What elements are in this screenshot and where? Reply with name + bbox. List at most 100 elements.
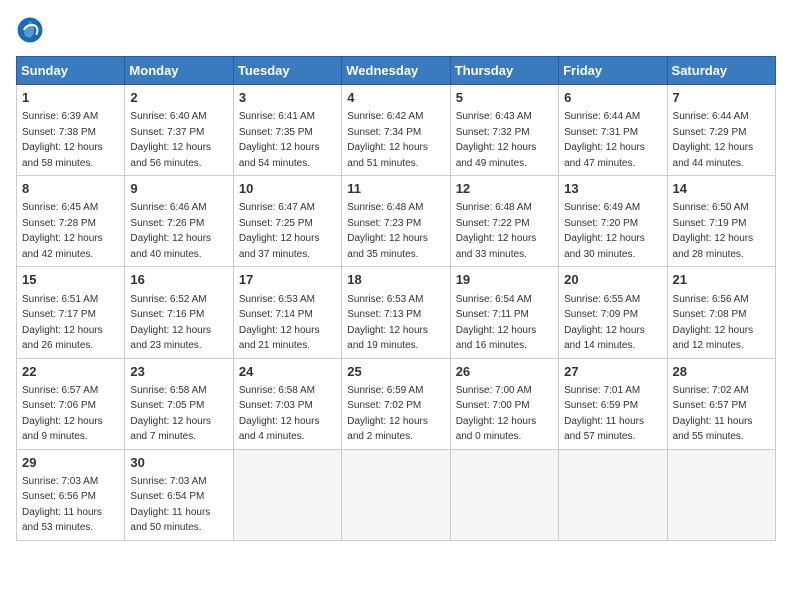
calendar-day-cell: 18Sunrise: 6:53 AMSunset: 7:13 PMDayligh…: [342, 267, 450, 358]
day-info: Sunrise: 6:47 AMSunset: 7:25 PMDaylight:…: [239, 202, 320, 260]
day-number: 3: [239, 89, 336, 107]
day-info: Sunrise: 6:58 AMSunset: 7:03 PMDaylight:…: [239, 385, 320, 443]
calendar-day-cell: 3 Sunrise: 6:41 AMSunset: 7:35 PMDaylight…: [233, 85, 341, 176]
day-info: Sunrise: 7:03 AMSunset: 6:56 PMDaylight:…: [22, 476, 102, 534]
day-info: Sunrise: 6:55 AMSunset: 7:09 PMDaylight:…: [564, 294, 645, 352]
day-number: 19: [456, 271, 553, 289]
day-info: Sunrise: 6:48 AMSunset: 7:22 PMDaylight:…: [456, 202, 537, 260]
weekday-header: Saturday: [667, 57, 775, 85]
day-info: Sunrise: 6:44 AMSunset: 7:29 PMDaylight:…: [673, 111, 754, 169]
day-number: 5: [456, 89, 553, 107]
weekday-header: Monday: [125, 57, 233, 85]
day-number: 10: [239, 180, 336, 198]
day-info: Sunrise: 6:56 AMSunset: 7:08 PMDaylight:…: [673, 294, 754, 352]
day-info: Sunrise: 6:54 AMSunset: 7:11 PMDaylight:…: [456, 294, 537, 352]
calendar-day-cell: 6 Sunrise: 6:44 AMSunset: 7:31 PMDaylight…: [559, 85, 667, 176]
calendar-day-cell: 8 Sunrise: 6:45 AMSunset: 7:28 PMDaylight…: [17, 176, 125, 267]
day-number: 2: [130, 89, 227, 107]
day-number: 30: [130, 454, 227, 472]
day-number: 23: [130, 363, 227, 381]
calendar-day-cell: 1Sunrise: 6:39 AMSunset: 7:38 PMDaylight…: [17, 85, 125, 176]
day-info: Sunrise: 6:53 AMSunset: 7:14 PMDaylight:…: [239, 294, 320, 352]
weekday-header: Tuesday: [233, 57, 341, 85]
calendar-day-cell: 28 Sunrise: 7:02 AMSunset: 6:57 PMDayligh…: [667, 358, 775, 449]
day-info: Sunrise: 6:46 AMSunset: 7:26 PMDaylight:…: [130, 202, 211, 260]
weekday-header-row: SundayMondayTuesdayWednesdayThursdayFrid…: [17, 57, 776, 85]
calendar-day-cell: 20Sunrise: 6:55 AMSunset: 7:09 PMDayligh…: [559, 267, 667, 358]
weekday-header: Sunday: [17, 57, 125, 85]
calendar-day-cell: 9 Sunrise: 6:46 AMSunset: 7:26 PMDaylight…: [125, 176, 233, 267]
day-info: Sunrise: 6:50 AMSunset: 7:19 PMDaylight:…: [673, 202, 754, 260]
calendar-week-row: 8 Sunrise: 6:45 AMSunset: 7:28 PMDaylight…: [17, 176, 776, 267]
day-info: Sunrise: 6:59 AMSunset: 7:02 PMDaylight:…: [347, 385, 428, 443]
day-number: 29: [22, 454, 119, 472]
calendar-day-cell: [233, 449, 341, 540]
calendar-day-cell: 2Sunrise: 6:40 AMSunset: 7:37 PMDaylight…: [125, 85, 233, 176]
calendar-day-cell: [559, 449, 667, 540]
day-number: 25: [347, 363, 444, 381]
calendar-day-cell: 21 Sunrise: 6:56 AMSunset: 7:08 PMDayligh…: [667, 267, 775, 358]
calendar-day-cell: [667, 449, 775, 540]
calendar-day-cell: 24 Sunrise: 6:58 AMSunset: 7:03 PMDayligh…: [233, 358, 341, 449]
page-header: [16, 16, 776, 44]
calendar-day-cell: 25 Sunrise: 6:59 AMSunset: 7:02 PMDayligh…: [342, 358, 450, 449]
day-number: 17: [239, 271, 336, 289]
day-number: 9: [130, 180, 227, 198]
day-info: Sunrise: 6:51 AMSunset: 7:17 PMDaylight:…: [22, 294, 103, 352]
calendar-week-row: 22 Sunrise: 6:57 AMSunset: 7:06 PMDayligh…: [17, 358, 776, 449]
day-number: 22: [22, 363, 119, 381]
day-info: Sunrise: 7:02 AMSunset: 6:57 PMDaylight:…: [673, 385, 753, 443]
day-info: Sunrise: 6:45 AMSunset: 7:28 PMDaylight:…: [22, 202, 103, 260]
day-number: 27: [564, 363, 661, 381]
weekday-header: Wednesday: [342, 57, 450, 85]
calendar-day-cell: [342, 449, 450, 540]
day-number: 15: [22, 271, 119, 289]
day-info: Sunrise: 6:49 AMSunset: 7:20 PMDaylight:…: [564, 202, 645, 260]
calendar-day-cell: 15 Sunrise: 6:51 AMSunset: 7:17 PMDayligh…: [17, 267, 125, 358]
calendar-day-cell: 30 Sunrise: 7:03 AMSunset: 6:54 PMDayligh…: [125, 449, 233, 540]
day-number: 4: [347, 89, 444, 107]
day-info: Sunrise: 6:58 AMSunset: 7:05 PMDaylight:…: [130, 385, 211, 443]
day-info: Sunrise: 6:42 AMSunset: 7:34 PMDaylight:…: [347, 111, 428, 169]
calendar-week-row: 15 Sunrise: 6:51 AMSunset: 7:17 PMDayligh…: [17, 267, 776, 358]
calendar-day-cell: 19 Sunrise: 6:54 AMSunset: 7:11 PMDayligh…: [450, 267, 558, 358]
day-number: 28: [673, 363, 770, 381]
day-number: 24: [239, 363, 336, 381]
calendar-day-cell: 5 Sunrise: 6:43 AMSunset: 7:32 PMDaylight…: [450, 85, 558, 176]
calendar-day-cell: 7 Sunrise: 6:44 AMSunset: 7:29 PMDaylight…: [667, 85, 775, 176]
day-number: 21: [673, 271, 770, 289]
logo: [16, 16, 48, 44]
calendar-day-cell: 10 Sunrise: 6:47 AMSunset: 7:25 PMDayligh…: [233, 176, 341, 267]
day-number: 1: [22, 89, 119, 107]
calendar-day-cell: [450, 449, 558, 540]
day-number: 8: [22, 180, 119, 198]
day-info: Sunrise: 7:00 AMSunset: 7:00 PMDaylight:…: [456, 385, 537, 443]
logo-icon: [16, 16, 44, 44]
calendar-day-cell: 22 Sunrise: 6:57 AMSunset: 7:06 PMDayligh…: [17, 358, 125, 449]
calendar-day-cell: 23 Sunrise: 6:58 AMSunset: 7:05 PMDayligh…: [125, 358, 233, 449]
day-number: 26: [456, 363, 553, 381]
day-number: 7: [673, 89, 770, 107]
day-info: Sunrise: 6:57 AMSunset: 7:06 PMDaylight:…: [22, 385, 103, 443]
weekday-header: Friday: [559, 57, 667, 85]
calendar-day-cell: 29 Sunrise: 7:03 AMSunset: 6:56 PMDayligh…: [17, 449, 125, 540]
weekday-header: Thursday: [450, 57, 558, 85]
day-info: Sunrise: 6:43 AMSunset: 7:32 PMDaylight:…: [456, 111, 537, 169]
calendar-day-cell: 14 Sunrise: 6:50 AMSunset: 7:19 PMDayligh…: [667, 176, 775, 267]
day-number: 18: [347, 271, 444, 289]
calendar-day-cell: 17 Sunrise: 6:53 AMSunset: 7:14 PMDayligh…: [233, 267, 341, 358]
day-info: Sunrise: 6:52 AMSunset: 7:16 PMDaylight:…: [130, 294, 211, 352]
day-info: Sunrise: 6:48 AMSunset: 7:23 PMDaylight:…: [347, 202, 428, 260]
day-info: Sunrise: 6:44 AMSunset: 7:31 PMDaylight:…: [564, 111, 645, 169]
day-number: 12: [456, 180, 553, 198]
day-info: Sunrise: 6:41 AMSunset: 7:35 PMDaylight:…: [239, 111, 320, 169]
day-number: 6: [564, 89, 661, 107]
calendar-table: SundayMondayTuesdayWednesdayThursdayFrid…: [16, 56, 776, 541]
day-info: Sunrise: 7:03 AMSunset: 6:54 PMDaylight:…: [130, 476, 210, 534]
calendar-week-row: 29 Sunrise: 7:03 AMSunset: 6:56 PMDayligh…: [17, 449, 776, 540]
calendar-week-row: 1Sunrise: 6:39 AMSunset: 7:38 PMDaylight…: [17, 85, 776, 176]
day-number: 14: [673, 180, 770, 198]
calendar-day-cell: 26 Sunrise: 7:00 AMSunset: 7:00 PMDayligh…: [450, 358, 558, 449]
day-number: 13: [564, 180, 661, 198]
calendar-day-cell: 27Sunrise: 7:01 AMSunset: 6:59 PMDayligh…: [559, 358, 667, 449]
